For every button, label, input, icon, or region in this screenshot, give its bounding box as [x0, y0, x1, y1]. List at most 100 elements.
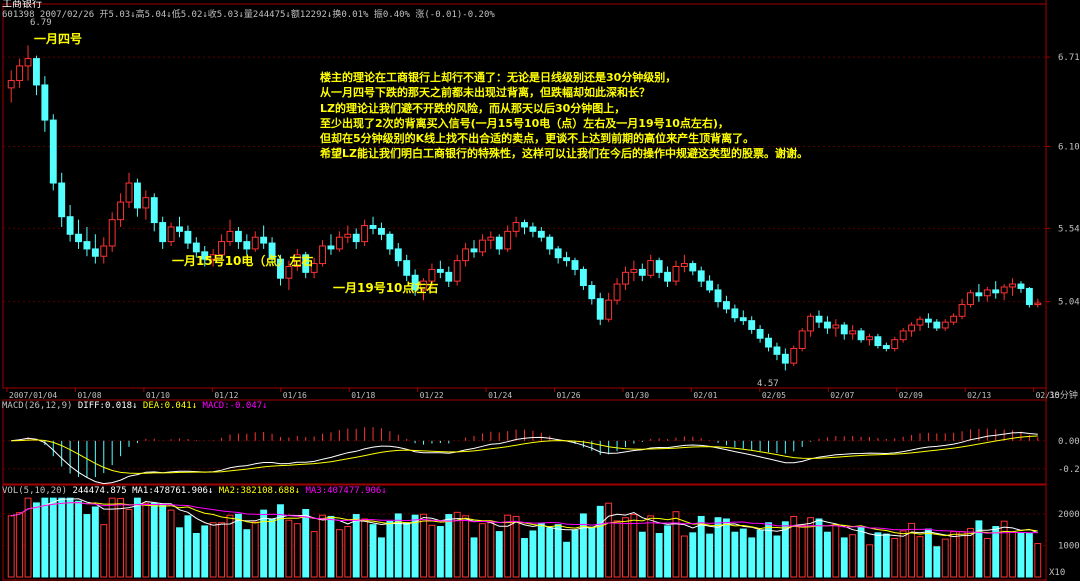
volume-bar	[731, 531, 739, 578]
candle-body	[184, 230, 192, 244]
volume-bar	[495, 531, 503, 578]
candle-body	[369, 224, 377, 229]
volume-bar	[596, 505, 604, 578]
volume-bar	[512, 515, 520, 578]
timeframe-label[interactable]: 30分钟	[1049, 391, 1078, 401]
volume-bar	[192, 532, 200, 578]
vol-tick-label: 100000	[1058, 541, 1080, 551]
candle-body	[1000, 286, 1008, 294]
comment-line: 至少出现了2次的背离买入信号(一月15号10电（点）左右及一月19号10点左右)…	[320, 116, 729, 130]
volume-bar	[571, 529, 579, 578]
candle-body	[83, 241, 91, 250]
candle-body	[579, 268, 587, 287]
candle-body	[344, 233, 352, 238]
candle-body	[975, 292, 983, 297]
volume-bar	[537, 522, 545, 578]
candle-body	[790, 347, 798, 364]
volume-bar	[798, 524, 806, 578]
candle-body	[176, 226, 183, 232]
volume-bar	[638, 531, 646, 578]
candle-body	[394, 248, 402, 262]
macd-params: MACD(26,12,9)	[2, 401, 73, 411]
candle-body	[815, 315, 823, 323]
volume-bar	[470, 537, 478, 578]
volume-bar	[335, 529, 343, 578]
candle-body	[933, 321, 941, 329]
volume-bar	[218, 522, 226, 578]
candle-body	[765, 337, 772, 348]
volume-bar	[613, 520, 621, 578]
candle-body	[58, 182, 66, 218]
candle-body	[159, 222, 167, 243]
candle-body	[840, 324, 848, 335]
macd-legend: MACD(26,12,9) DIFF:0.018↓ DEA:0.041↓ MAC…	[2, 401, 268, 411]
vol-params: VOL(5,10,20)	[2, 486, 68, 496]
candle-body	[512, 222, 520, 232]
candle-body	[756, 328, 764, 339]
x-tick-label: 01/22	[420, 391, 444, 400]
volume-bar	[344, 526, 352, 578]
volume-bar	[706, 533, 714, 578]
volume-bar	[436, 526, 444, 578]
candle-body	[781, 353, 789, 364]
volume-bar	[462, 515, 470, 578]
candle-body	[773, 346, 781, 355]
volume-bar	[58, 497, 66, 578]
volume-bar	[521, 538, 528, 578]
x-tick-label: 02/09	[899, 391, 923, 400]
candle-body	[857, 330, 865, 341]
volume-bar	[1000, 520, 1008, 578]
volume-bar	[268, 518, 276, 578]
candle-body	[647, 260, 655, 276]
candle-body	[672, 265, 680, 282]
volume-bar	[908, 522, 916, 578]
candle-body	[588, 285, 596, 300]
candle-body	[916, 318, 924, 326]
volume-bar	[420, 513, 427, 578]
high-label: 6.79	[30, 18, 52, 28]
candle-body	[234, 230, 242, 243]
volume-bar	[958, 531, 966, 578]
volume-bar	[327, 515, 335, 578]
candle-body	[243, 241, 251, 250]
candle-body	[924, 318, 932, 323]
candle-body	[445, 271, 453, 282]
candle-body	[91, 248, 99, 257]
x-tick-label: 2007/01/04	[9, 391, 57, 400]
candle-body	[495, 236, 503, 250]
price-panel-frame	[2, 3, 1047, 389]
low-label: 4.57	[757, 379, 779, 389]
candle-body	[899, 330, 907, 341]
volume-bar	[504, 514, 512, 578]
candle-body	[24, 58, 32, 67]
candle-body	[1034, 302, 1042, 306]
candle-body	[361, 224, 369, 243]
volume-bar	[83, 514, 91, 578]
volume-bar	[66, 497, 74, 578]
x-tick-label: 01/24	[488, 391, 512, 400]
candle-body	[596, 298, 604, 320]
volume-bar	[992, 526, 1000, 578]
candle-body	[798, 330, 806, 349]
volume-bar	[16, 512, 24, 578]
volume-bar	[49, 497, 57, 578]
volume-bar	[142, 502, 150, 578]
volume-bar	[184, 515, 192, 578]
vol-value: 244474.875	[72, 486, 127, 496]
volume-bar	[133, 497, 141, 578]
volume-bar	[579, 513, 587, 578]
volume-bar	[1017, 532, 1025, 578]
candle-body	[100, 245, 108, 257]
candle-body	[142, 197, 150, 209]
volume-bar	[285, 519, 293, 578]
volume-bar	[647, 515, 655, 578]
x-tick-label: 02/01	[693, 391, 717, 400]
volume-bar	[975, 520, 983, 578]
volume-bar	[546, 527, 554, 578]
volume-bar	[773, 535, 781, 578]
macd-dea-line	[11, 435, 1038, 474]
candle-body	[891, 339, 899, 349]
vol-legend: VOL(5,10,20) 244474.875 MA1:478761.906↓ …	[2, 486, 387, 496]
candle-body	[125, 182, 133, 203]
candle-body	[7, 80, 15, 89]
